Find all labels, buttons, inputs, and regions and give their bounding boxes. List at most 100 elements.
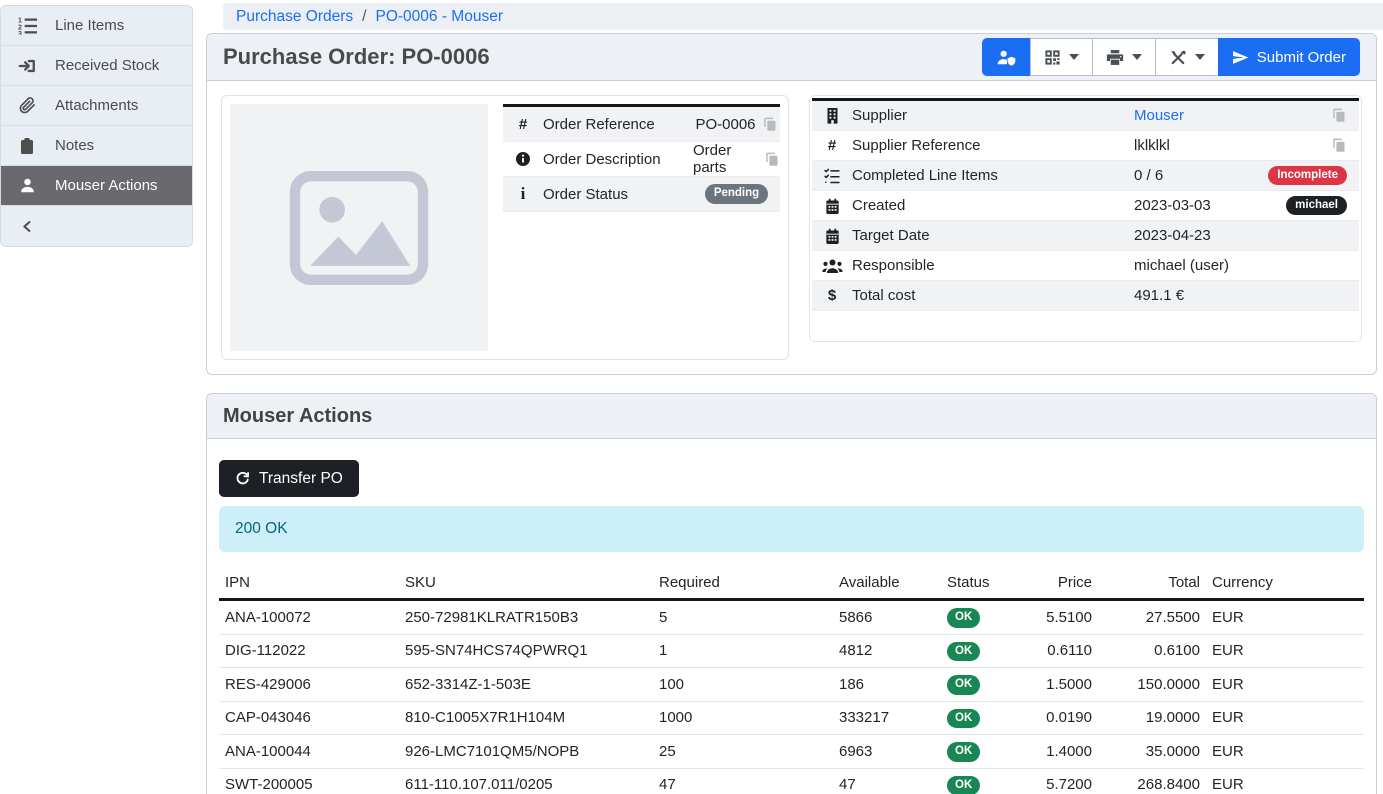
cell-status: OK	[941, 600, 998, 635]
column-header-status: Status	[941, 567, 998, 600]
breadcrumb-link-po-0006-mouser[interactable]: PO-0006 - Mouser	[375, 8, 503, 26]
cell-currency: EUR	[1206, 634, 1364, 668]
cell-status: OK	[941, 701, 998, 735]
detail-value-link[interactable]: Mouser	[1134, 107, 1184, 124]
sidebar-item-label: Received Stock	[55, 57, 159, 74]
detail-value: 491.1 €	[1134, 287, 1359, 304]
dollar-icon: $	[812, 287, 852, 304]
detail-label: Order Status	[543, 186, 693, 203]
cell-sku: 652-3314Z-1-503E	[399, 668, 653, 702]
detail-row-total-cost: $Total cost491.1 €	[812, 281, 1359, 311]
cell-required: 100	[653, 668, 833, 702]
print-menu-button[interactable]	[1092, 38, 1156, 76]
cell-total: 35.0000	[1098, 735, 1206, 769]
cell-sku: 611-110.107.011/0205	[399, 768, 653, 794]
submit-order-button[interactable]: Submit Order	[1218, 38, 1360, 76]
cell-required: 1	[653, 634, 833, 668]
ok-badge: OK	[947, 709, 980, 729]
status-badge: Incomplete	[1268, 166, 1347, 186]
status-badge: Pending	[705, 184, 768, 204]
paper-plane-icon	[1232, 49, 1249, 66]
column-header-required: Required	[653, 567, 833, 600]
list-check-icon	[812, 168, 852, 184]
detail-label: Target Date	[852, 227, 1134, 244]
order-details-table: #Order ReferencePO-0006Order Description…	[503, 104, 780, 212]
cell-ipn: ANA-100044	[219, 735, 399, 769]
response-alert: 200 OK	[219, 506, 1364, 552]
sidebar-collapse-button[interactable]	[1, 206, 192, 246]
cell-currency: EUR	[1206, 768, 1364, 794]
table-row: ANA-100044926-LMC7101QM5/NOPB256963OK1.4…	[219, 735, 1364, 769]
cell-available: 333217	[833, 701, 941, 735]
table-row: CAP-043046810-C1005X7R1H104M1000333217OK…	[219, 701, 1364, 735]
purchase-order-panel-header: Purchase Order: PO-0006	[207, 34, 1376, 81]
table-row: DIG-112022595-SN74HCS74QPWRQ114812OK0.61…	[219, 634, 1364, 668]
sidebar-item-label: Mouser Actions	[55, 177, 158, 194]
copy-icon[interactable]	[763, 117, 778, 132]
order-image-placeholder[interactable]	[230, 104, 488, 351]
user-shield-icon	[996, 49, 1017, 66]
app-root: 123Line Items Received Stock Attachments No…	[0, 0, 1383, 794]
calendar-icon	[812, 198, 852, 214]
detail-value: 0 / 6	[1134, 167, 1268, 184]
transfer-po-button[interactable]: Transfer PO	[219, 460, 359, 497]
detail-label: Completed Line Items	[852, 167, 1134, 184]
breadcrumb-link-purchase-orders[interactable]: Purchase Orders	[236, 8, 353, 26]
detail-label: Order Reference	[543, 116, 693, 133]
status-badge: michael	[1286, 196, 1347, 216]
ok-badge: OK	[947, 776, 980, 794]
caret-down-icon	[1195, 54, 1205, 60]
copy-icon[interactable]	[1332, 108, 1347, 123]
detail-value: 2023-04-23	[1134, 227, 1359, 244]
sidebar-item-label: Notes	[55, 137, 94, 154]
cell-status: OK	[941, 634, 998, 668]
sidebar-item-mouser-actions[interactable]: Mouser Actions	[1, 166, 192, 206]
sidebar-item-notes[interactable]: Notes	[1, 126, 192, 166]
caret-down-icon	[1132, 54, 1142, 60]
column-header-currency: Currency	[1206, 567, 1364, 600]
line-items-table: IPNSKURequiredAvailableStatusPriceTotalC…	[219, 567, 1364, 794]
hash-icon: #	[812, 137, 852, 154]
mouser-actions-title: Mouser Actions	[223, 405, 372, 428]
cell-ipn: CAP-043046	[219, 701, 399, 735]
copy-icon[interactable]	[1332, 138, 1347, 153]
admin-button[interactable]	[982, 38, 1031, 76]
cell-ipn: ANA-100072	[219, 600, 399, 635]
sidebar-item-received-stock[interactable]: Received Stock	[1, 46, 192, 86]
order-actions-menu-button[interactable]	[1155, 38, 1219, 76]
table-row: ANA-100072250-72981KLRATR150B355866OK5.5…	[219, 600, 1364, 635]
cell-ipn: RES-429006	[219, 668, 399, 702]
ok-badge: OK	[947, 742, 980, 762]
table-row: RES-429006652-3314Z-1-503E100186OK1.5000…	[219, 668, 1364, 702]
detail-row-empty	[812, 311, 1359, 341]
detail-value-text: michael (user)	[1134, 257, 1229, 274]
sidebar-item-line-items[interactable]: 123Line Items	[1, 6, 192, 46]
building-icon	[812, 107, 852, 124]
detail-value-text: 491.1 €	[1134, 287, 1184, 304]
breadcrumb: Purchase Orders/PO-0006 - Mouser	[223, 3, 1383, 30]
detail-label: Responsible	[852, 257, 1134, 274]
cell-ipn: SWT-200005	[219, 768, 399, 794]
copy-icon[interactable]	[765, 152, 780, 167]
cell-price: 1.5000	[998, 668, 1098, 702]
sign-in-icon	[16, 57, 38, 75]
list-ol-icon: 123	[16, 16, 38, 35]
detail-row-extra	[1332, 138, 1359, 153]
detail-label: Supplier Reference	[852, 137, 1134, 154]
detail-label: Total cost	[852, 287, 1134, 304]
ok-badge: OK	[947, 675, 980, 695]
cell-total: 150.0000	[1098, 668, 1206, 702]
clipboard-icon	[16, 137, 38, 155]
sidebar-item-attachments[interactable]: Attachments	[1, 86, 192, 126]
cell-status: OK	[941, 668, 998, 702]
detail-row-order-reference: #Order ReferencePO-0006	[503, 107, 780, 142]
detail-value: PO-0006	[693, 116, 780, 133]
page-title: Purchase Order: PO-0006	[223, 44, 490, 70]
detail-value-text: 0 / 6	[1134, 167, 1163, 184]
detail-label: Supplier	[852, 107, 1134, 124]
detail-row-supplier-reference: #Supplier Referencelklklkl	[812, 131, 1359, 161]
barcode-menu-button[interactable]	[1030, 38, 1093, 76]
cell-total: 0.6100	[1098, 634, 1206, 668]
cell-required: 25	[653, 735, 833, 769]
order-summary-card: #Order ReferencePO-0006Order Description…	[221, 95, 789, 360]
